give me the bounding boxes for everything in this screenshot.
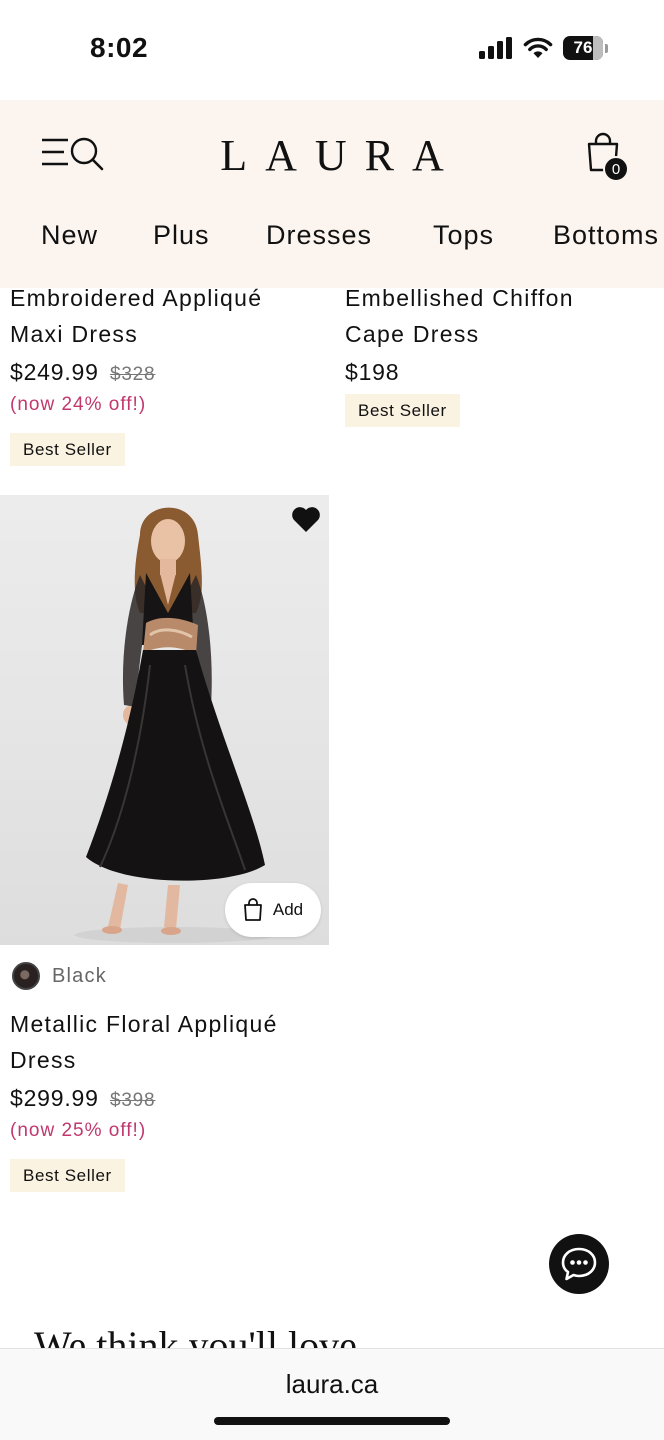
- price: $198: [345, 359, 400, 385]
- cart-count-badge: 0: [603, 156, 629, 182]
- nav-tab-bottoms[interactable]: Bottoms: [553, 220, 659, 251]
- product-image-metallic-floral[interactable]: Add: [0, 495, 329, 945]
- url-field[interactable]: laura.ca: [0, 1369, 664, 1400]
- add-to-bag-button[interactable]: Add: [225, 883, 321, 937]
- home-indicator[interactable]: [214, 1417, 450, 1425]
- price-row: $249.99 $328: [10, 356, 262, 391]
- color-selector: Black: [12, 962, 107, 990]
- browser-address-bar: laura.ca: [0, 1348, 664, 1440]
- original-price: $328: [109, 364, 156, 385]
- battery-level: 76: [573, 38, 593, 57]
- status-bar: 8:02 76: [0, 0, 664, 100]
- product-info-embellished-chiffon: Embellished Chiffon Cape Dress $198 Best…: [345, 280, 574, 427]
- product-name[interactable]: Embroidered Appliqué Maxi Dress: [10, 280, 262, 352]
- cart-button[interactable]: 0: [586, 132, 629, 182]
- heart-icon: [292, 507, 320, 532]
- discount-text: (now 24% off!): [10, 394, 147, 415]
- best-seller-badge: Best Seller: [10, 433, 125, 466]
- sale-price: $249.99: [10, 359, 99, 385]
- wishlist-button[interactable]: [291, 505, 321, 533]
- site-header: LAURA 0 New Plus Dresses Tops Bottoms: [0, 100, 664, 288]
- add-label: Add: [272, 900, 304, 919]
- product-info-embroidered-applique: Embroidered Appliqué Maxi Dress $249.99 …: [10, 280, 262, 466]
- nav-tab-plus[interactable]: Plus: [153, 220, 210, 251]
- best-seller-badge: Best Seller: [10, 1159, 125, 1192]
- nav-tab-new[interactable]: New: [41, 220, 98, 251]
- status-icons: 76: [479, 36, 608, 60]
- laura-logo[interactable]: LAURA: [0, 130, 664, 181]
- color-swatch-black[interactable]: [12, 962, 40, 990]
- battery-icon: 76: [563, 36, 608, 60]
- price-row: $299.99 $398: [10, 1082, 278, 1117]
- shopping-bag-icon: [243, 898, 262, 921]
- signal-icon: [479, 37, 512, 59]
- best-seller-badge: Best Seller: [345, 394, 460, 427]
- product-info-metallic-floral: Metallic Floral Appliqué Dress $299.99 $…: [10, 1006, 278, 1192]
- wifi-icon: [523, 37, 553, 58]
- product-name[interactable]: Metallic Floral Appliqué Dress: [10, 1006, 278, 1078]
- chat-button[interactable]: [549, 1234, 609, 1294]
- nav-tab-tops[interactable]: Tops: [433, 220, 494, 251]
- price-row: $198: [345, 356, 574, 388]
- chat-bubble-icon: [561, 1247, 597, 1281]
- original-price: $398: [109, 1090, 156, 1111]
- product-name[interactable]: Embellished Chiffon Cape Dress: [345, 280, 574, 352]
- nav-tab-dresses[interactable]: Dresses: [266, 220, 372, 251]
- product-photo: [75, 507, 275, 943]
- status-time: 8:02: [90, 32, 149, 63]
- discount-text: (now 25% off!): [10, 1120, 147, 1141]
- sale-price: $299.99: [10, 1085, 99, 1111]
- color-label: Black: [52, 964, 107, 987]
